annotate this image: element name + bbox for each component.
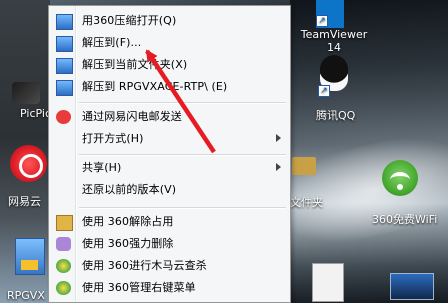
picpick-icon [12, 82, 40, 104]
menu-item-label: 解压到(F)... [82, 36, 142, 49]
menu-item-360-manage-context-menu[interactable]: 使用 360管理右键菜单 [49, 277, 290, 299]
shred-icon [56, 237, 71, 251]
desktop-icon-folder[interactable]: 文件夹 [290, 148, 350, 218]
menu-separator [79, 207, 286, 209]
menu-item-extract-here[interactable]: 解压到当前文件夹(X) [49, 54, 290, 76]
context-menu: 用360压缩打开(Q) 解压到(F)... 解压到当前文件夹(X) 解压到 RP… [48, 5, 291, 303]
desktop-icon-label: TeamViewer 14 [300, 28, 368, 54]
menu-item-360-trojan-scan[interactable]: 使用 360进行木马云查杀 [49, 255, 290, 277]
windows-desktop: PicPic 网易云 RPGVX ↗ TeamViewer 14 ↗ 腾讯QQ … [0, 0, 448, 303]
archive-extract-here-icon [56, 58, 73, 74]
desktop-icon-monitor[interactable] [390, 273, 434, 300]
menu-item-label: 使用 360进行木马云查杀 [82, 259, 207, 272]
archive-icon [56, 14, 73, 30]
desktop-icon-document[interactable] [312, 263, 344, 302]
desktop-icon-label: 文件夹 [290, 196, 323, 209]
menu-item-extract-to[interactable]: 解压到(F)... [49, 32, 290, 54]
wifi-dot-icon [397, 184, 403, 190]
menu-item-label: 用360压缩打开(Q) [82, 14, 177, 27]
desktop-icon-teamviewer[interactable]: ↗ TeamViewer 14 [300, 0, 375, 60]
mail-icon [56, 110, 71, 124]
menu-item-restore-previous-version[interactable]: 还原以前的版本(V) [49, 179, 290, 201]
shield-scan-icon [56, 259, 71, 273]
menu-separator [79, 102, 286, 104]
desktop-icon-netease-cloud[interactable]: 网易云 [5, 145, 50, 208]
menu-item-label: 打开方式(H) [82, 132, 144, 145]
desktop-icon-label: RPGVX [7, 289, 45, 302]
submenu-arrow-icon [276, 163, 281, 171]
archive-extract-folder-icon [56, 80, 73, 96]
desktop-icon-picpick[interactable]: PicPic [8, 80, 51, 122]
menu-item-label: 共享(H) [82, 161, 122, 174]
menu-item-extract-to-folder[interactable]: 解压到 RPGVXACE-RTP\ (E) [49, 76, 290, 98]
archive-extract-icon [56, 36, 73, 52]
menu-manager-icon [56, 281, 71, 295]
desktop-icon-label: 360免费WiFi [372, 213, 438, 226]
submenu-arrow-icon [276, 134, 281, 142]
archive-band-icon [21, 260, 38, 270]
shortcut-arrow-icon: ↗ [316, 15, 328, 27]
menu-item-label: 使用 360管理右键菜单 [82, 281, 196, 294]
menu-item-label: 还原以前的版本(V) [82, 183, 177, 196]
netease-cloud-glyph [19, 154, 43, 178]
desktop-icon-label: 腾讯QQ [316, 109, 356, 122]
menu-item-open-with[interactable]: 打开方式(H) [49, 128, 290, 150]
menu-item-share[interactable]: 共享(H) [49, 157, 290, 179]
menu-item-label: 使用 360强力删除 [82, 237, 174, 250]
menu-separator [79, 154, 286, 156]
desktop-icon-label: 网易云 [8, 195, 41, 208]
menu-item-360-shred[interactable]: 使用 360强力删除 [49, 233, 290, 255]
unlock-icon [56, 215, 73, 231]
folder-icon [292, 157, 316, 175]
menu-item-360-unlock[interactable]: 使用 360解除占用 [49, 211, 290, 233]
desktop-icon-360-wifi[interactable]: 360免费WiFi [362, 160, 444, 230]
menu-item-label: 解压到 RPGVXACE-RTP\ (E) [82, 80, 228, 93]
menu-item-open-with-360-zip[interactable]: 用360压缩打开(Q) [49, 10, 290, 32]
menu-item-label: 解压到当前文件夹(X) [82, 58, 188, 71]
desktop-icon-label: PicPic [20, 107, 51, 120]
shortcut-arrow-icon: ↗ [318, 85, 330, 97]
menu-item-send-netease-mail[interactable]: 通过网易闪电邮发送 [49, 106, 290, 128]
menu-item-label: 通过网易闪电邮发送 [82, 110, 182, 123]
desktop-icon-tencent-qq[interactable]: ↗ 腾讯QQ [312, 55, 372, 122]
desktop-icon-rpgvx[interactable]: RPGVX [5, 236, 50, 303]
menu-item-label: 使用 360解除占用 [82, 215, 174, 228]
